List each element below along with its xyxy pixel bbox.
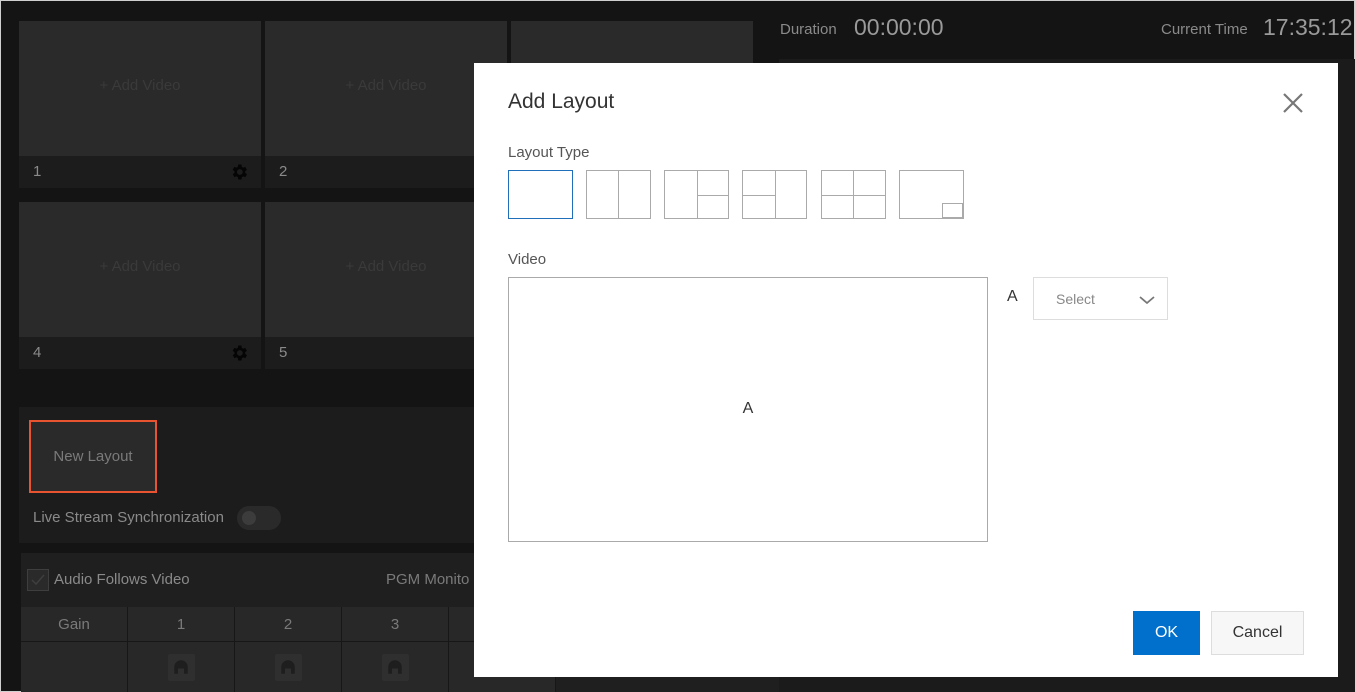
video-label: Video (508, 251, 547, 268)
video-tile-5[interactable]: + Add Video 5 (265, 202, 507, 369)
audio-follows-video-label: Audio Follows Video (54, 571, 190, 588)
new-layout-button[interactable]: New Layout (29, 420, 157, 493)
pgm-monitor-label: PGM Monito (386, 571, 470, 588)
add-video-link[interactable]: + Add Video (265, 258, 507, 275)
column-header-gain: Gain (21, 607, 128, 642)
tile-number: 5 (279, 344, 288, 361)
close-icon[interactable] (1280, 90, 1306, 116)
dialog-title: Add Layout (508, 90, 615, 113)
cancel-button[interactable]: Cancel (1211, 611, 1304, 655)
column-header-2: 2 (235, 607, 342, 642)
current-time-value: 17:35:12 (1263, 14, 1353, 40)
video-tile-1[interactable]: + Add Video 1 (19, 21, 261, 188)
gain-cell (21, 642, 128, 692)
preview-slot-a: A (742, 400, 754, 417)
video-tile-4[interactable]: + Add Video 4 (19, 202, 261, 369)
tile-footer: 4 (19, 337, 261, 369)
slot-a-video-select[interactable]: Select (1033, 277, 1168, 320)
layout-type-two-column[interactable] (586, 170, 651, 219)
tile-number: 2 (279, 163, 288, 180)
live-stream-sync-label: Live Stream Synchronization (33, 509, 224, 526)
tile-footer: 5 (265, 337, 507, 369)
tile-number: 4 (33, 344, 42, 361)
audio-follows-video-checkbox[interactable] (27, 569, 49, 591)
ok-button[interactable]: OK (1133, 611, 1200, 655)
layout-type-label: Layout Type (508, 144, 590, 161)
select-placeholder: Select (1056, 291, 1095, 307)
tile-number: 1 (33, 163, 42, 180)
layout-preview: A (508, 277, 988, 542)
column-header-3: 3 (342, 607, 449, 642)
layout-type-quad[interactable] (821, 170, 886, 219)
tile-footer: 2 (265, 156, 507, 188)
headphones-icon[interactable] (167, 653, 195, 681)
add-video-link[interactable]: + Add Video (19, 77, 261, 94)
slot-a-label: A (1007, 288, 1018, 305)
gear-icon[interactable] (229, 162, 249, 182)
live-stream-sync-toggle[interactable] (237, 506, 281, 530)
layout-type-single[interactable] (508, 170, 573, 219)
headphones-icon[interactable] (381, 653, 409, 681)
tile-footer: 1 (19, 156, 261, 188)
add-layout-dialog: Add Layout Layout Type Video A A Select … (474, 63, 1338, 677)
monitor-cell-3 (342, 642, 449, 692)
video-tile-2[interactable]: + Add Video 2 (265, 21, 507, 188)
layout-type-two-left-plus-right[interactable] (742, 170, 807, 219)
duration-value: 00:00:00 (854, 14, 944, 40)
chevron-down-icon (1139, 296, 1155, 305)
current-time-label: Current Time (1161, 21, 1248, 38)
gear-icon[interactable] (229, 343, 249, 363)
headphones-icon[interactable] (274, 653, 302, 681)
layout-type-left-plus-two-right[interactable] (664, 170, 729, 219)
add-video-link[interactable]: + Add Video (19, 258, 261, 275)
monitor-cell-1 (128, 642, 235, 692)
check-icon (31, 574, 45, 586)
add-video-link[interactable]: + Add Video (265, 77, 507, 94)
layout-type-picture-in-picture[interactable] (899, 170, 964, 219)
toggle-knob (242, 511, 256, 525)
column-header-1: 1 (128, 607, 235, 642)
duration-label: Duration (780, 21, 837, 38)
monitor-cell-2 (235, 642, 342, 692)
